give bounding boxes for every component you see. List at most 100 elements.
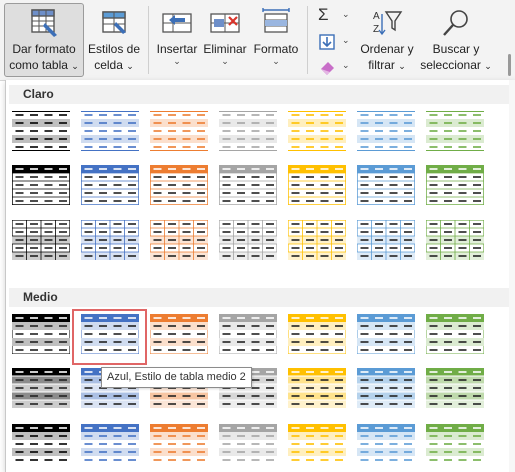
medium-style-thumbnail[interactable] bbox=[150, 314, 208, 354]
chevron-down-icon: ⌄ bbox=[484, 61, 492, 71]
light-style-thumbnail[interactable] bbox=[426, 111, 484, 151]
light-style-thumbnail[interactable] bbox=[219, 220, 277, 260]
light-style-thumbnail[interactable] bbox=[426, 165, 484, 205]
table-style-preview bbox=[150, 111, 208, 151]
table-style-preview bbox=[219, 220, 277, 260]
medium-style-thumbnail[interactable] bbox=[288, 314, 346, 354]
cell-styles-button[interactable]: Estilos de celda ⌄ bbox=[86, 3, 142, 77]
find-select-button[interactable]: Buscar y seleccionar ⌄ bbox=[419, 3, 493, 77]
table-style-preview bbox=[219, 314, 277, 354]
chevron-down-icon: ⌄ bbox=[71, 61, 79, 71]
sort-filter-icon: A Z bbox=[373, 11, 403, 36]
light-style-thumbnail[interactable] bbox=[357, 111, 415, 151]
table-style-preview bbox=[426, 111, 484, 151]
medium-style-thumbnail[interactable] bbox=[426, 314, 484, 354]
table-style-preview bbox=[12, 220, 70, 260]
table-style-preview bbox=[219, 424, 277, 461]
light-style-thumbnail[interactable] bbox=[219, 111, 277, 151]
table-style-preview bbox=[150, 314, 208, 354]
light-style-thumbnail[interactable] bbox=[150, 111, 208, 151]
medium-style-thumbnail[interactable] bbox=[219, 314, 277, 354]
table-style-preview bbox=[12, 314, 70, 354]
ribbon: Dar formato como tabla ⌄ Estilos de celd… bbox=[0, 0, 515, 81]
fill-button[interactable]: ⌄ bbox=[318, 32, 352, 52]
light-style-thumbnail[interactable] bbox=[426, 220, 484, 260]
chevron-down-icon: ⌄ bbox=[342, 60, 350, 70]
medium-style-thumbnail[interactable] bbox=[357, 368, 415, 408]
ribbon-scroll-thumb[interactable] bbox=[508, 54, 511, 76]
table-style-preview bbox=[12, 111, 70, 151]
format-button[interactable]: Formato ⌄ bbox=[251, 3, 301, 77]
medium-style-thumbnail[interactable] bbox=[12, 424, 70, 464]
gallery-scroll-bar[interactable] bbox=[509, 80, 515, 472]
sort-filter-label-1: Ordenar y bbox=[360, 42, 414, 56]
chevron-down-icon: ⌄ bbox=[221, 56, 229, 66]
light-style-thumbnail[interactable] bbox=[288, 111, 346, 151]
section-label-light: Claro bbox=[23, 87, 54, 101]
light-style-thumbnail[interactable] bbox=[12, 111, 70, 151]
format-as-table-label-1: Dar formato bbox=[12, 42, 76, 56]
medium-style-thumbnail[interactable] bbox=[426, 368, 484, 408]
light-style-thumbnail[interactable] bbox=[357, 165, 415, 205]
table-style-preview bbox=[150, 424, 208, 461]
table-style-preview bbox=[357, 165, 415, 205]
section-label-medium: Medio bbox=[23, 290, 58, 304]
eraser-icon bbox=[321, 62, 334, 75]
light-style-thumbnail[interactable] bbox=[150, 220, 208, 260]
style-tooltip: Azul, Estilo de tabla medio 2 bbox=[101, 367, 252, 388]
light-style-thumbnail[interactable] bbox=[288, 165, 346, 205]
medium-style-thumbnail[interactable] bbox=[150, 424, 208, 464]
section-header-light: Claro bbox=[9, 85, 515, 104]
medium-style-thumbnail[interactable] bbox=[288, 368, 346, 408]
table-style-preview bbox=[426, 165, 484, 205]
medium-style-thumbnail[interactable] bbox=[219, 424, 277, 464]
table-style-preview bbox=[12, 424, 70, 461]
chevron-down-icon: ⌄ bbox=[272, 56, 280, 66]
cell-styles-label-2: celda ⌄ bbox=[94, 58, 134, 72]
table-style-preview bbox=[12, 165, 70, 205]
light-style-thumbnail[interactable] bbox=[81, 220, 139, 260]
svg-text:Z: Z bbox=[373, 24, 379, 35]
sort-filter-button[interactable]: A Z Ordenar y filtrar ⌄ bbox=[356, 3, 418, 77]
section-header-medium: Medio bbox=[9, 288, 515, 307]
light-style-thumbnail[interactable] bbox=[81, 165, 139, 205]
table-style-preview bbox=[81, 424, 139, 461]
chevron-down-icon: ⌄ bbox=[342, 35, 350, 45]
find-select-label-2: seleccionar ⌄ bbox=[420, 58, 492, 72]
light-style-thumbnail[interactable] bbox=[12, 220, 70, 260]
format-as-table-button[interactable]: Dar formato como tabla ⌄ bbox=[4, 3, 84, 77]
medium-style-thumbnail[interactable] bbox=[357, 314, 415, 354]
light-style-thumbnail[interactable] bbox=[81, 111, 139, 151]
insert-cells-icon bbox=[162, 13, 192, 33]
table-style-preview bbox=[288, 314, 346, 354]
light-style-thumbnail[interactable] bbox=[288, 220, 346, 260]
delete-button[interactable]: Eliminar ⌄ bbox=[201, 3, 249, 77]
format-as-table-label-2: como tabla ⌄ bbox=[9, 58, 79, 72]
medium-style-thumbnail[interactable] bbox=[357, 424, 415, 464]
light-style-thumbnail[interactable] bbox=[357, 220, 415, 260]
medium-style-thumbnail[interactable] bbox=[81, 424, 139, 464]
cell-styles-label-1: Estilos de bbox=[87, 42, 141, 56]
chevron-down-icon: ⌄ bbox=[398, 61, 406, 71]
light-style-thumbnail[interactable] bbox=[12, 165, 70, 205]
light-style-thumbnail[interactable] bbox=[150, 165, 208, 205]
medium-style-thumbnail[interactable] bbox=[12, 314, 70, 354]
chevron-down-icon: ⌄ bbox=[126, 61, 134, 71]
ribbon-separator bbox=[148, 6, 149, 74]
table-style-preview bbox=[81, 111, 139, 151]
clear-button[interactable]: ⌄ bbox=[318, 57, 352, 77]
light-style-thumbnail[interactable] bbox=[219, 165, 277, 205]
medium-style-thumbnail[interactable] bbox=[288, 424, 346, 464]
insert-button[interactable]: Insertar ⌄ bbox=[154, 3, 200, 77]
medium-style-thumbnail[interactable] bbox=[426, 424, 484, 464]
sigma-icon: Σ bbox=[318, 5, 329, 24]
table-style-preview bbox=[357, 424, 415, 461]
delete-label: Eliminar bbox=[203, 42, 247, 56]
medium-style-thumbnail[interactable] bbox=[12, 368, 70, 408]
table-style-preview bbox=[219, 165, 277, 205]
table-style-preview bbox=[288, 368, 346, 408]
table-style-preview bbox=[219, 111, 277, 151]
ribbon-scroll-bar[interactable] bbox=[504, 4, 514, 76]
table-style-preview bbox=[12, 368, 70, 408]
autosum-button[interactable]: Σ ⌄ bbox=[318, 6, 352, 26]
